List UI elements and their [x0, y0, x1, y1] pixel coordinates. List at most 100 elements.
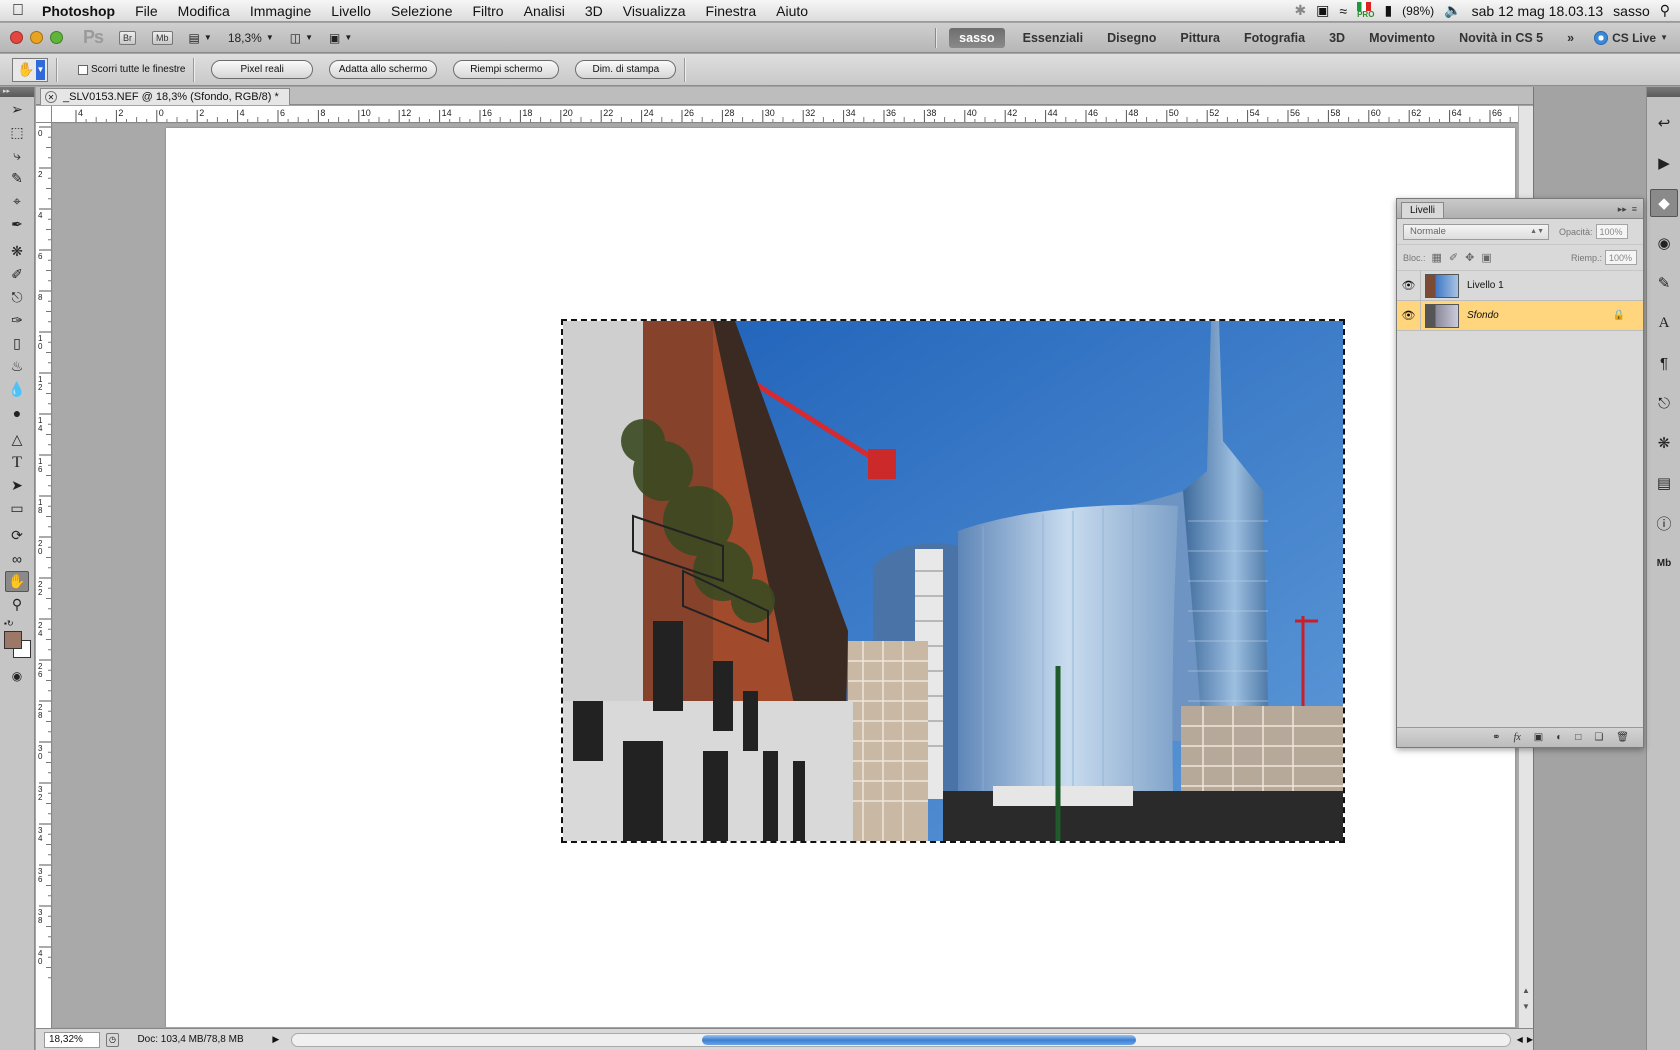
close-document-icon[interactable]: ✕	[45, 91, 57, 103]
lock-transparency-icon[interactable]: ▦	[1432, 251, 1442, 264]
pen-tool-icon[interactable]: △	[5, 429, 29, 450]
fill-field[interactable]: 100%	[1605, 250, 1637, 265]
delete-layer-icon[interactable]: 🗑	[1616, 732, 1629, 743]
bluetooth-icon[interactable]: ✱	[1294, 2, 1306, 19]
document-canvas[interactable]	[166, 128, 1515, 1027]
input-flag-icon[interactable]: PRO	[1357, 2, 1374, 19]
history-brush-tool-icon[interactable]: ✑	[5, 310, 29, 331]
workspace-movimento[interactable]: Movimento	[1357, 31, 1447, 45]
brushes-panel-icon[interactable]: ❋	[1650, 429, 1678, 457]
spotlight-icon[interactable]: ⚲	[1660, 2, 1670, 19]
menu-visualizza[interactable]: Visualizza	[613, 3, 696, 19]
3d-rotate-tool-icon[interactable]: ⟳	[5, 525, 29, 546]
ruler-origin[interactable]	[36, 106, 52, 123]
menu-3d[interactable]: 3D	[575, 3, 613, 19]
adjustment-layer-icon[interactable]: ◐	[1556, 732, 1562, 743]
status-zoom-field[interactable]: 18,32%	[44, 1031, 100, 1048]
menu-filtro[interactable]: Filtro	[462, 3, 513, 19]
horizontal-scroll-thumb[interactable]	[702, 1034, 1137, 1045]
actual-pixels-button[interactable]: Pixel reali	[211, 60, 313, 79]
new-group-icon[interactable]: □	[1575, 732, 1581, 743]
app-menu[interactable]: Photoshop	[36, 3, 125, 19]
view-extras-dropdown[interactable]: ▤ ▼	[189, 31, 212, 45]
clone-source-panel-icon[interactable]: ⎋	[1650, 389, 1678, 417]
3d-orbit-tool-icon[interactable]: ∞	[5, 548, 29, 569]
zoom-tool-icon[interactable]: ⚲	[5, 594, 29, 615]
volume-icon[interactable]: 🔈	[1444, 2, 1461, 19]
quick-mask-icon[interactable]: ◉	[5, 665, 29, 686]
mini-bridge-button[interactable]: Mb	[152, 30, 173, 45]
paint-bucket-tool-icon[interactable]: ♨	[5, 356, 29, 377]
info-panel-icon[interactable]: ⓘ	[1650, 509, 1678, 537]
layer-style-fx-icon[interactable]: fx	[1514, 732, 1521, 743]
menu-file[interactable]: File	[125, 3, 168, 19]
clone-stamp-tool-icon[interactable]: ⎋	[5, 287, 29, 308]
wifi-icon[interactable]: ≈	[1339, 3, 1347, 19]
vertical-ruler[interactable]: 0246810121416182022242628303234363840	[36, 123, 52, 1028]
document-photo[interactable]	[561, 319, 1345, 843]
status-info-icon[interactable]: ◷	[105, 1032, 120, 1047]
workspace-essenziali[interactable]: Essenziali	[1011, 31, 1095, 45]
panel-collapse-grip[interactable]: ▸▸	[0, 87, 34, 97]
menu-analisi[interactable]: Analisi	[514, 3, 575, 19]
layers-tab[interactable]: Livelli	[1401, 202, 1445, 218]
quick-selection-tool-icon[interactable]: ✎	[5, 168, 29, 189]
workspace-3d[interactable]: 3D	[1317, 31, 1357, 45]
default-colors-icon[interactable]: ▪↻	[4, 619, 14, 628]
scroll-down-arrow-icon[interactable]: ▼	[1522, 1002, 1530, 1011]
add-mask-icon[interactable]: ▣	[1534, 732, 1543, 743]
menu-immagine[interactable]: Immagine	[240, 3, 321, 19]
layer-row[interactable]: 👁 Livello 1	[1397, 270, 1643, 301]
marquee-tool-icon[interactable]: ⬚	[5, 122, 29, 143]
document-tab[interactable]: ✕ _SLV0153.NEF @ 18,3% (Sfondo, RGB/8) *	[40, 88, 290, 105]
apple-menu-icon[interactable]: 	[0, 2, 36, 20]
display-icon[interactable]: ▣	[1316, 2, 1329, 19]
panel-menu-icon[interactable]: ▸▸ ≡	[1618, 204, 1643, 218]
menubar-user[interactable]: sasso	[1613, 3, 1650, 19]
cs-live-button[interactable]: CS Live ▼	[1586, 30, 1680, 45]
arrange-documents-dropdown[interactable]: ◫ ▼	[290, 31, 313, 45]
layers-panel-icon[interactable]: ◆	[1650, 189, 1678, 217]
print-size-button[interactable]: Dim. di stampa	[575, 60, 677, 79]
tool-preset-picker[interactable]: ✋ ▼	[12, 57, 48, 82]
layer-thumbnail[interactable]	[1425, 273, 1459, 298]
zoom-level-dropdown[interactable]: 18,3% ▼	[228, 31, 274, 45]
history-panel-icon[interactable]: ↩	[1650, 109, 1678, 137]
hand-tool-icon[interactable]: ✋	[5, 571, 29, 592]
zoom-window-button[interactable]	[50, 31, 63, 44]
menubar-clock[interactable]: sab 12 mag 18.03.13	[1472, 3, 1604, 19]
healing-brush-tool-icon[interactable]: ❋	[5, 241, 29, 262]
lock-position-icon[interactable]: ✥	[1465, 251, 1474, 264]
workspace-novita-cs5[interactable]: Novità in CS 5	[1447, 31, 1555, 45]
channels-panel-icon[interactable]: ◉	[1650, 229, 1678, 257]
visibility-eye-icon[interactable]: 👁	[1397, 300, 1421, 331]
paths-panel-icon[interactable]: ✎	[1650, 269, 1678, 297]
opacity-field[interactable]: 100%	[1595, 224, 1628, 239]
layer-thumbnail[interactable]	[1425, 303, 1459, 328]
layer-name[interactable]: Sfondo	[1467, 310, 1499, 321]
visibility-eye-icon[interactable]: 👁	[1397, 270, 1421, 301]
scroll-left-arrow-icon[interactable]: ◀	[1517, 1035, 1523, 1044]
brush-tool-icon[interactable]: ✐	[5, 264, 29, 285]
battery-icon[interactable]: ▮	[1384, 2, 1392, 19]
lock-all-icon[interactable]: ▣	[1481, 251, 1491, 264]
new-layer-icon[interactable]: ❏	[1594, 732, 1603, 743]
horizontal-ruler[interactable]: 4 2 0 2 4 6 8 10 12 14 16 18 20 22 24 26 28 30 32 34 36 38 40 4…	[52, 106, 1533, 123]
bridge-button[interactable]: Br	[119, 30, 137, 45]
blur-tool-icon[interactable]: 💧	[5, 379, 29, 400]
canvas-area[interactable]	[53, 124, 1518, 1027]
menu-modifica[interactable]: Modifica	[168, 3, 240, 19]
type-tool-icon[interactable]: T	[5, 452, 29, 473]
eraser-tool-icon[interactable]: ▯	[5, 333, 29, 354]
rectangle-tool-icon[interactable]: ▭	[5, 498, 29, 519]
crop-tool-icon[interactable]: ⌖	[5, 191, 29, 212]
path-selection-tool-icon[interactable]: ➤	[5, 475, 29, 496]
close-window-button[interactable]	[10, 31, 23, 44]
fit-screen-button[interactable]: Adatta allo schermo	[328, 60, 438, 79]
workspace-disegno[interactable]: Disegno	[1095, 31, 1168, 45]
mini-bridge-panel-icon[interactable]: Mb	[1650, 549, 1678, 577]
screen-mode-dropdown[interactable]: ▣ ▼	[329, 31, 352, 45]
character-panel-icon[interactable]: A	[1650, 309, 1678, 337]
layer-name[interactable]: Livello 1	[1467, 280, 1504, 291]
panel-collapse-grip[interactable]	[1647, 87, 1680, 97]
